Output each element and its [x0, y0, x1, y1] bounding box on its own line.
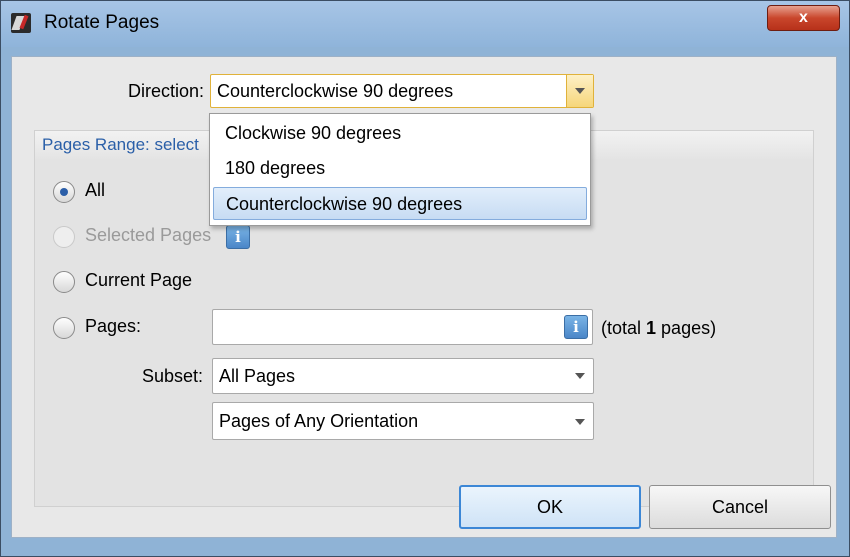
radio-current-page[interactable] [53, 271, 75, 293]
direction-option-label: Counterclockwise 90 degrees [226, 194, 463, 214]
info-icon[interactable]: i [226, 225, 250, 249]
pages-range-title: Pages Range: select [42, 135, 199, 154]
direction-label: Direction: [127, 81, 204, 101]
radio-selected-pages[interactable] [53, 226, 75, 248]
orientation-value: Pages of Any Orientation [219, 411, 419, 431]
direction-option-label: 180 degrees [225, 158, 326, 178]
direction-select[interactable]: Counterclockwise 90 degrees [210, 74, 594, 108]
app-pen-icon [11, 13, 31, 33]
cancel-button[interactable]: Cancel [649, 485, 831, 529]
direction-option-180[interactable]: 180 degrees [213, 152, 587, 185]
info-icon[interactable]: i [564, 315, 588, 339]
radio-selected-pages-label[interactable]: Selected Pages [85, 225, 211, 246]
subset-value: All Pages [219, 366, 296, 386]
total-count: 1 [646, 318, 657, 338]
total-suffix: pages) [656, 318, 717, 338]
close-button[interactable]: x [767, 5, 840, 31]
radio-all-label[interactable]: All [85, 180, 105, 201]
chevron-down-icon [575, 419, 585, 425]
dialog-title: Rotate Pages [44, 12, 160, 33]
direction-dropdown-list: Clockwise 90 degrees 180 degrees Counter… [209, 113, 591, 226]
orientation-select[interactable]: Pages of Any Orientation [212, 402, 594, 440]
radio-current-page-label[interactable]: Current Page [85, 270, 192, 291]
title-bar: Rotate Pages x [1, 1, 849, 47]
direction-option-label: Clockwise 90 degrees [225, 123, 402, 143]
radio-pages-label[interactable]: Pages: [85, 316, 141, 337]
subset-select[interactable]: All Pages [212, 358, 594, 394]
total-prefix: (total [601, 318, 647, 338]
direction-dropdown-button[interactable] [566, 75, 593, 107]
direction-option-clockwise[interactable]: Clockwise 90 degrees [213, 117, 587, 150]
pages-input[interactable]: i [212, 309, 593, 345]
subset-label: Subset: [141, 366, 203, 386]
total-pages-text: (total 1 pages) [601, 318, 716, 339]
ok-button[interactable]: OK [459, 485, 641, 529]
rotate-pages-dialog: Rotate Pages x Direction: Counterclockwi… [0, 0, 850, 557]
radio-all[interactable] [53, 181, 75, 203]
direction-value: Counterclockwise 90 degrees [217, 81, 454, 101]
direction-option-counterclockwise[interactable]: Counterclockwise 90 degrees [213, 187, 587, 220]
radio-pages[interactable] [53, 317, 75, 339]
chevron-down-icon [575, 373, 585, 379]
chevron-down-icon [575, 88, 585, 94]
